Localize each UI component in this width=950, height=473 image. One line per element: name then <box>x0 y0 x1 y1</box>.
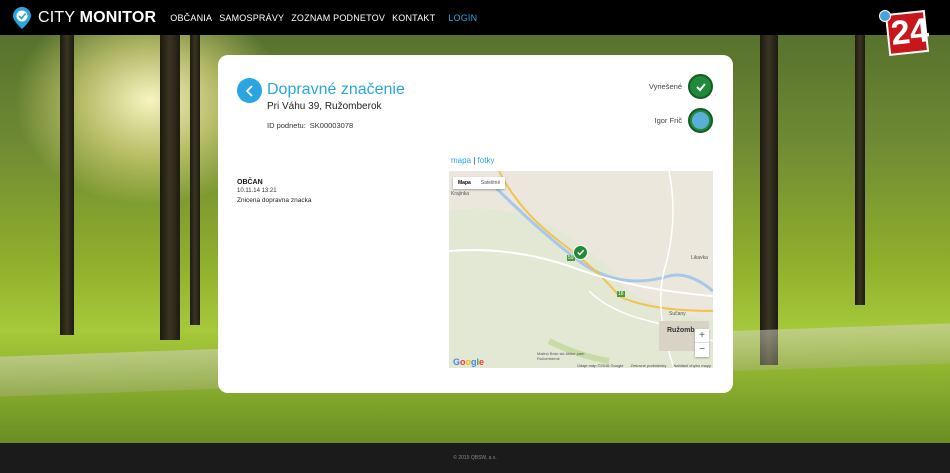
nav-item-zoznam-podnetov[interactable]: ZOZNAM PODNETOV <box>291 13 385 23</box>
status-row: Vyriešené <box>649 74 713 99</box>
zoom-in-button[interactable]: + <box>695 329 709 343</box>
copyright-text: © 2015 QBSW, a.s. <box>453 455 497 461</box>
assignee-row: Igor Frič <box>654 108 713 133</box>
nav-item-obcania[interactable]: OBČANIA <box>170 13 212 23</box>
building-icon <box>692 112 709 129</box>
main-nav: OBČANIA SAMOSPRÁVY ZOZNAM PODNETOV KONTA… <box>170 13 484 23</box>
map-link[interactable]: mapa <box>451 156 471 165</box>
brand-name-bold: MONITOR <box>79 8 157 26</box>
tree-trunk <box>760 35 778 365</box>
brand-name-light: CITY <box>38 8 80 26</box>
assignee-avatar[interactable] <box>688 108 713 133</box>
tree-trunk <box>855 35 865 305</box>
issue-id-label: ID podnetu: <box>267 121 306 130</box>
issue-location-marker[interactable] <box>573 245 588 260</box>
map-roads <box>449 171 713 368</box>
back-button[interactable] <box>237 78 262 103</box>
tree-trunk <box>160 35 180 340</box>
issue-detail-card: Dopravné značenie Pri Váhu 39, Ružombero… <box>218 55 733 393</box>
map-data-credit: Údaje máp ©2016 Google <box>577 363 624 368</box>
map-road-number: 18 <box>617 291 625 297</box>
nav-item-kontakt[interactable]: KONTAKT <box>392 13 435 23</box>
map-photo-links: mapa | fotky <box>451 156 494 165</box>
tree-trunk <box>60 35 74 335</box>
brand-name: CITY MONITOR <box>38 9 156 27</box>
tab-satelitne[interactable]: Satelitné <box>476 177 505 189</box>
map-type-tabs: Mapa Satelitné <box>453 177 506 189</box>
map-label: Krajinka <box>451 191 470 197</box>
assignee-name: Igor Frič <box>654 116 682 125</box>
checkmark-icon <box>695 82 706 91</box>
citizen-report: OBČAN 10.11.14 13:21 Znicena dopravna zn… <box>237 179 311 204</box>
location-map[interactable]: Mapa Satelitné Krajinka Likavka Ružomb M… <box>449 171 713 368</box>
badge-24-logo[interactable]: 24 <box>879 8 935 58</box>
citizen-text: Znicena dopravna znacka <box>237 197 312 204</box>
map-label: Malinô Brdo ski &bike park Ružomberok <box>537 351 585 361</box>
map-label: Likavka <box>691 255 708 261</box>
nav-item-samospravy[interactable]: SAMOSPRÁVY <box>219 13 284 23</box>
checkmark-icon <box>577 249 585 256</box>
map-zoom-control: + − <box>695 329 709 357</box>
status-resolved-icon <box>688 74 713 99</box>
map-footer: Údaje máp ©2016 Google Zmluvné podmienky… <box>571 363 711 368</box>
tree-trunk <box>190 35 200 325</box>
city-monitor-logo[interactable]: CITY MONITOR <box>12 6 156 29</box>
page-footer: © 2015 QBSW, a.s. <box>0 443 950 473</box>
chevron-left-icon <box>245 84 253 97</box>
login-link[interactable]: LOGIN <box>448 13 477 23</box>
citizen-heading: OBČAN <box>237 179 263 186</box>
location-pin-icon <box>12 6 32 29</box>
issue-id-row: ID podnetu: SK00003078 <box>267 121 353 130</box>
badge-dot-icon <box>879 10 891 22</box>
map-terms-link[interactable]: Zmluvné podmienky <box>631 363 667 368</box>
badge-number: 24 <box>889 11 931 53</box>
photos-link[interactable]: fotky <box>478 156 495 165</box>
zoom-out-button[interactable]: − <box>695 343 709 357</box>
status-label: Vyriešené <box>648 82 682 91</box>
issue-title: Dopravné značenie <box>267 81 405 98</box>
map-label: Ružomb <box>667 327 695 334</box>
tab-mapa[interactable]: Mapa <box>453 177 476 189</box>
top-navigation-bar: CITY MONITOR OBČANIA SAMOSPRÁVY ZOZNAM P… <box>0 0 950 35</box>
map-report-error-link[interactable]: Nahlásiť chybu mapy <box>673 363 711 368</box>
google-logo[interactable]: Google <box>453 357 484 367</box>
map-label: Sučany <box>669 311 686 317</box>
issue-id-value: SK00003078 <box>309 121 354 130</box>
issue-address: Pri Váhu 39, Ružomberok <box>267 101 382 112</box>
citizen-datetime: 10.11.14 13:21 <box>237 188 277 194</box>
